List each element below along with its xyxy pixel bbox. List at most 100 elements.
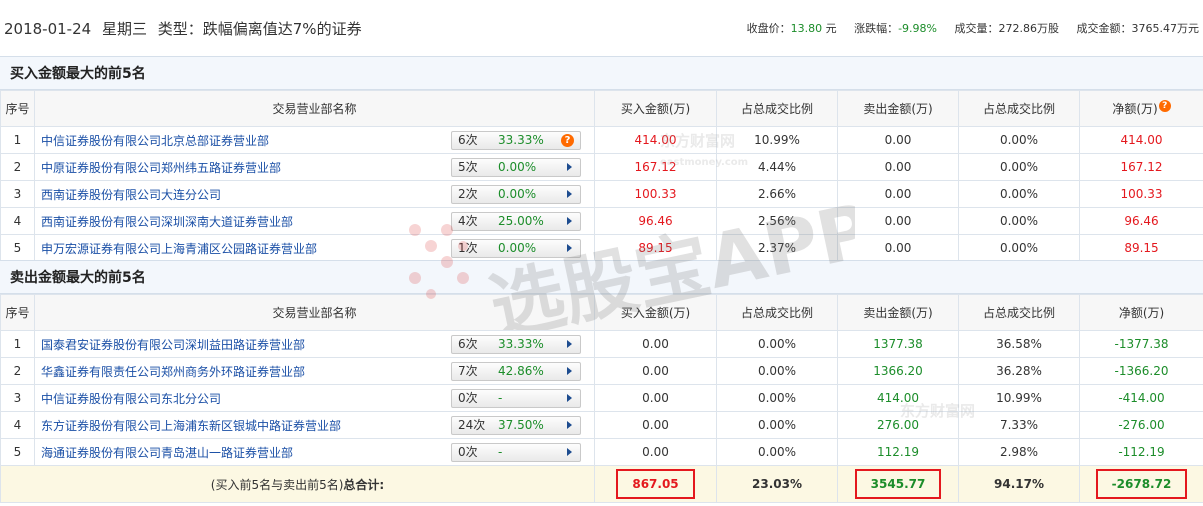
broker-stats-button[interactable]: 2次 0.00%: [451, 185, 581, 204]
win-rate: 25.00%: [498, 214, 544, 228]
net-amount: -1366.20: [1079, 357, 1203, 385]
help-icon[interactable]: ?: [561, 134, 574, 147]
play-arrow-icon: [567, 394, 572, 402]
broker-stats-button[interactable]: 0次 -: [451, 389, 581, 408]
buy-section-title: 买入金额最大的前5名: [0, 56, 1203, 90]
table-row: 2 中原证券股份有限公司郑州纬五路证券营业部 5次 0.00% 167.12 4.44% 0…: [0, 153, 1203, 181]
appear-count: 0次: [458, 391, 478, 405]
broker-cell: 东方证券股份有限公司上海浦东新区银城中路证券营业部 24次 37.50%: [34, 411, 595, 439]
sell-amount: 414.00: [837, 384, 959, 412]
broker-stats-button[interactable]: 5次 0.00%: [451, 158, 581, 177]
appear-count: 24次: [458, 418, 486, 432]
help-icon[interactable]: ?: [1158, 100, 1171, 112]
win-rate: 0.00%: [498, 160, 537, 174]
broker-cell: 中信证券股份有限公司北京总部证券营业部 6次 33.33%?: [34, 126, 595, 154]
table-row: 2 华鑫证券有限责任公司郑州商务外环路证券营业部 7次 42.86% 0.00 0.00%…: [0, 357, 1203, 385]
page-title: 2018-01-24 星期三 类型：跌幅偏离值达7%的证券: [4, 18, 368, 39]
broker-stats-button[interactable]: 1次 0.00%: [451, 239, 581, 258]
win-rate: -: [498, 445, 503, 459]
broker-link[interactable]: 国泰君安证券股份有限公司深圳益田路证券营业部: [41, 338, 305, 352]
play-arrow-icon: [567, 217, 572, 225]
sell-top5-table: 序号 交易营业部名称 买入金额(万) 占总成交比例 卖出金额(万) 占总成交比例…: [0, 294, 1203, 503]
table-header-row: 序号 交易营业部名称 买入金额(万) 占总成交比例 卖出金额(万) 占总成交比例…: [0, 90, 1203, 127]
total-sell-ratio: 94.17%: [958, 465, 1080, 503]
broker-link[interactable]: 中原证券股份有限公司郑州纬五路证券营业部: [41, 161, 281, 175]
row-no: 5: [0, 438, 35, 466]
broker-stats-button[interactable]: 0次 -: [451, 443, 581, 462]
row-no: 3: [0, 384, 35, 412]
net-amount: 414.00: [1079, 126, 1203, 154]
col-broker: 交易营业部名称: [34, 294, 595, 331]
total-label: (买入前5名与卖出前5名)总合计:: [0, 465, 595, 503]
buy-amount: 0.00: [594, 384, 717, 412]
broker-stats-button[interactable]: 6次 33.33%?: [451, 131, 581, 150]
row-no: 1: [0, 126, 35, 154]
col-buy-ratio: 占总成交比例: [716, 90, 838, 127]
win-rate: 0.00%: [498, 187, 537, 201]
appear-count: 0次: [458, 445, 478, 459]
sell-amount: 0.00: [837, 207, 959, 235]
col-buy-ratio: 占总成交比例: [716, 294, 838, 331]
broker-stats-button[interactable]: 7次 42.86%: [451, 362, 581, 381]
buy-amount: 414.00: [594, 126, 717, 154]
net-amount: -112.19: [1079, 438, 1203, 466]
table-row: 3 中信证券股份有限公司东北分公司 0次 - 0.00 0.00% 414.00 10.99%…: [0, 384, 1203, 412]
play-arrow-icon: [567, 163, 572, 171]
broker-link[interactable]: 华鑫证券有限责任公司郑州商务外环路证券营业部: [41, 365, 305, 379]
net-amount: 96.46: [1079, 207, 1203, 235]
broker-link[interactable]: 中信证券股份有限公司北京总部证券营业部: [41, 134, 269, 148]
sell-ratio: 0.00%: [958, 234, 1080, 262]
broker-link[interactable]: 中信证券股份有限公司东北分公司: [41, 392, 221, 406]
appear-count: 6次: [458, 337, 478, 351]
sell-amount: 276.00: [837, 411, 959, 439]
win-rate: -: [498, 391, 503, 405]
buy-ratio: 2.56%: [716, 207, 838, 235]
total-buy-ratio: 23.03%: [716, 465, 838, 503]
list-type: 类型：跌幅偏离值达7%的证券: [157, 20, 362, 38]
sell-amount: 0.00: [837, 180, 959, 208]
broker-link[interactable]: 申万宏源证券有限公司上海青浦区公园路证券营业部: [41, 242, 317, 256]
broker-cell: 中原证券股份有限公司郑州纬五路证券营业部 5次 0.00%: [34, 153, 595, 181]
table-header-row: 序号 交易营业部名称 买入金额(万) 占总成交比例 卖出金额(万) 占总成交比例…: [0, 294, 1203, 331]
broker-link[interactable]: 西南证券股份有限公司深圳深南大道证券营业部: [41, 215, 293, 229]
win-rate: 33.33%: [498, 337, 544, 351]
row-no: 2: [0, 357, 35, 385]
broker-stats-button[interactable]: 24次 37.50%: [451, 416, 581, 435]
broker-link[interactable]: 东方证券股份有限公司上海浦东新区银城中路证券营业部: [41, 419, 341, 433]
broker-cell: 西南证券股份有限公司深圳深南大道证券营业部 4次 25.00%: [34, 207, 595, 235]
weekday: 星期三: [101, 20, 147, 38]
total-row: (买入前5名与卖出前5名)总合计: 867.05 23.03% 3545.77 …: [0, 465, 1203, 503]
buy-ratio: 10.99%: [716, 126, 838, 154]
net-amount: 100.33: [1079, 180, 1203, 208]
net-amount: -276.00: [1079, 411, 1203, 439]
win-rate: 37.50%: [498, 418, 544, 432]
volume: 成交量：272.86万股: [954, 22, 1060, 35]
sell-amount: 1377.38: [837, 330, 959, 358]
broker-link[interactable]: 海通证券股份有限公司青岛湛山一路证券营业部: [41, 446, 293, 460]
broker-cell: 申万宏源证券有限公司上海青浦区公园路证券营业部 1次 0.00%: [34, 234, 595, 262]
sell-ratio: 36.58%: [958, 330, 1080, 358]
row-no: 1: [0, 330, 35, 358]
col-no: 序号: [0, 294, 35, 331]
buy-top5-table: 序号 交易营业部名称 买入金额(万) 占总成交比例 卖出金额(万) 占总成交比例…: [0, 90, 1203, 262]
buy-ratio: 0.00%: [716, 438, 838, 466]
broker-link[interactable]: 西南证券股份有限公司大连分公司: [41, 188, 221, 202]
sell-amount: 0.00: [837, 126, 959, 154]
buy-ratio: 0.00%: [716, 330, 838, 358]
broker-stats-button[interactable]: 4次 25.00%: [451, 212, 581, 231]
sell-ratio: 2.98%: [958, 438, 1080, 466]
buy-ratio: 0.00%: [716, 357, 838, 385]
buy-amount: 96.46: [594, 207, 717, 235]
col-buy-amount: 买入金额(万): [594, 90, 717, 127]
buy-ratio: 2.37%: [716, 234, 838, 262]
buy-amount: 100.33: [594, 180, 717, 208]
table-row: 1 国泰君安证券股份有限公司深圳益田路证券营业部 6次 33.33% 0.00 0.00%…: [0, 330, 1203, 358]
buy-ratio: 0.00%: [716, 411, 838, 439]
buy-amount: 0.00: [594, 357, 717, 385]
appear-count: 7次: [458, 364, 478, 378]
table-row: 1 中信证券股份有限公司北京总部证券营业部 6次 33.33%? 414.00 10.99…: [0, 126, 1203, 154]
col-buy-amount: 买入金额(万): [594, 294, 717, 331]
broker-stats-button[interactable]: 6次 33.33%: [451, 335, 581, 354]
sell-amount: 112.19: [837, 438, 959, 466]
row-no: 4: [0, 207, 35, 235]
